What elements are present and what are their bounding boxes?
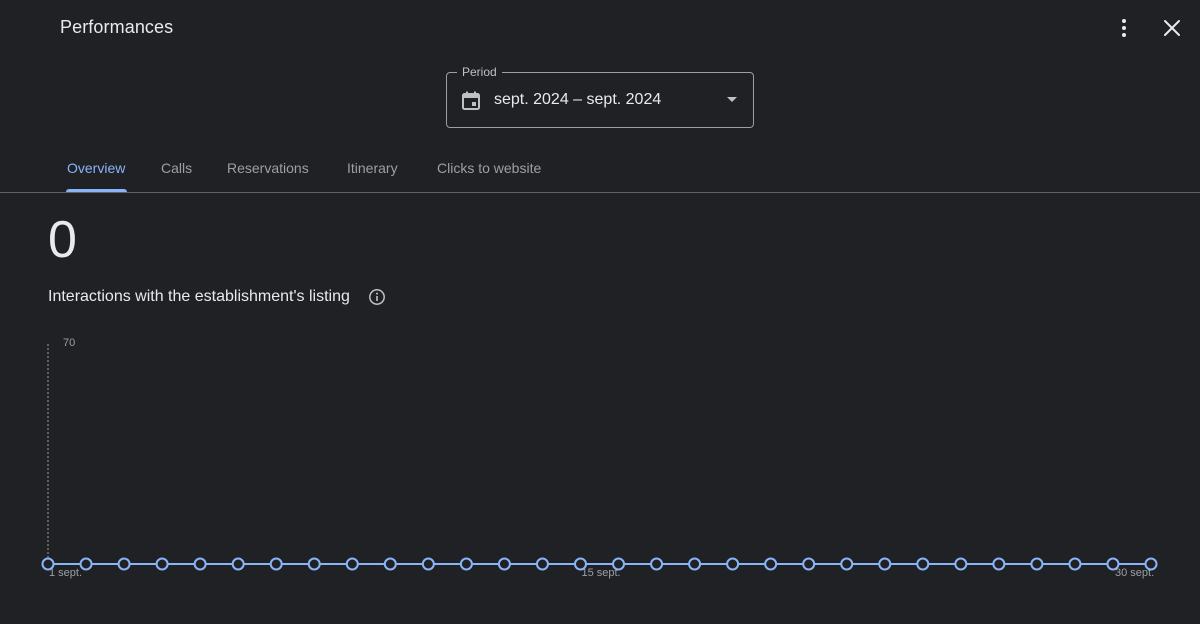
calendar-icon [462, 91, 480, 110]
active-tab-indicator [66, 189, 127, 192]
data-point[interactable] [992, 557, 1006, 571]
data-point[interactable] [954, 557, 968, 571]
period-value: sept. 2024 – sept. 2024 [494, 91, 662, 108]
data-point[interactable] [840, 557, 854, 571]
data-point[interactable] [79, 557, 93, 571]
interactions-chart: 70 1 sept. 15 sept. 30 sept. [41, 337, 1158, 579]
data-point[interactable] [307, 557, 321, 571]
data-point[interactable] [1106, 557, 1120, 571]
data-point[interactable] [269, 557, 283, 571]
data-point[interactable] [1030, 557, 1044, 571]
dropdown-arrow-icon [727, 97, 737, 102]
y-tick-label: 70 [63, 337, 75, 349]
tab-itinerary[interactable]: Itinerary [347, 160, 398, 176]
data-point[interactable] [421, 557, 435, 571]
data-point[interactable] [688, 557, 702, 571]
tab-reservations[interactable]: Reservations [227, 160, 309, 176]
tab-calls[interactable]: Calls [161, 160, 192, 176]
period-label: Period [457, 65, 502, 79]
data-point[interactable] [726, 557, 740, 571]
data-point[interactable] [41, 557, 55, 571]
data-point[interactable] [535, 557, 549, 571]
data-point[interactable] [764, 557, 778, 571]
period-select[interactable]: Period sept. 2024 – sept. 2024 [446, 65, 754, 128]
interactions-label: Interactions with the establishment's li… [48, 288, 350, 305]
data-point[interactable] [878, 557, 892, 571]
data-point[interactable] [802, 557, 816, 571]
close-icon [1164, 20, 1180, 36]
data-point[interactable] [193, 557, 207, 571]
tab-bar: Overview Calls Reservations Itinerary Cl… [0, 148, 1200, 193]
data-point[interactable] [155, 557, 169, 571]
more-options-button[interactable] [1108, 12, 1140, 44]
data-point[interactable] [916, 557, 930, 571]
tab-overview[interactable]: Overview [67, 160, 125, 176]
data-point[interactable] [1144, 557, 1158, 571]
data-point[interactable] [1068, 557, 1082, 571]
performance-dialog: Performances Period sept. 2024 – sept. 2… [0, 0, 1200, 624]
x-tick-label: 1 sept. [49, 567, 82, 579]
data-point[interactable] [612, 557, 626, 571]
data-point[interactable] [345, 557, 359, 571]
info-icon[interactable] [368, 288, 386, 306]
more-vert-icon [1122, 19, 1126, 37]
data-point[interactable] [650, 557, 664, 571]
data-point[interactable] [459, 557, 473, 571]
tab-clicks-to-website[interactable]: Clicks to website [437, 160, 541, 176]
data-point[interactable] [573, 557, 587, 571]
interactions-count: 0 [48, 211, 77, 269]
data-point[interactable] [497, 557, 511, 571]
dialog-title: Performances [60, 17, 174, 37]
close-button[interactable] [1156, 12, 1188, 44]
x-tick-labels: 1 sept. 15 sept. 30 sept. [49, 567, 1154, 579]
data-point[interactable] [117, 557, 131, 571]
data-point[interactable] [231, 557, 245, 571]
data-point[interactable] [383, 557, 397, 571]
